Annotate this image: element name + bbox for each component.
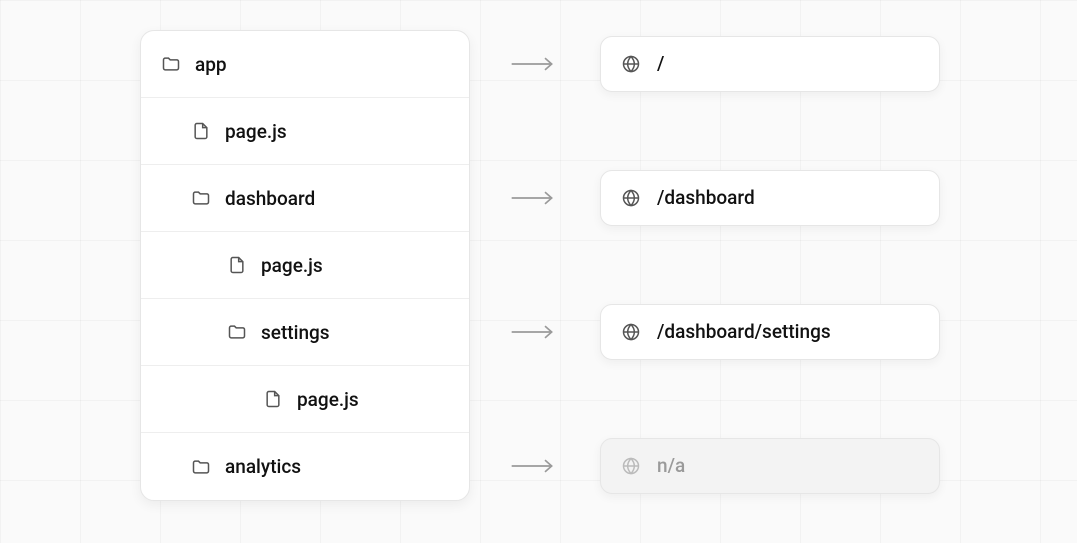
tree-row-app: app [141,31,469,98]
arrow-icon [510,186,560,210]
tree-row-label: page.js [225,120,287,143]
tree-row-analytics: analytics [141,433,469,500]
tree-row-label: page.js [261,254,323,277]
tree-row-dashboard: dashboard [141,165,469,232]
tree-row-label: page.js [297,388,359,411]
arrow-icon [510,454,560,478]
tree-row-settings: settings [141,299,469,366]
tree-row-label: dashboard [225,187,315,210]
url-label: / [657,52,664,75]
url-label: /dashboard [657,186,755,209]
url-label: n/a [657,454,685,477]
tree-row-label: app [195,53,227,76]
globe-icon [621,456,641,476]
url-pill: /dashboard [600,170,940,226]
folder-icon [227,322,247,342]
file-tree: app page.js dashboard page.js settings [140,30,470,501]
tree-row-label: analytics [225,455,301,478]
tree-row-page: page.js [141,232,469,299]
folder-icon [191,457,211,477]
arrow-icon [510,320,560,344]
arrow-icon [510,52,560,76]
tree-row-page: page.js [141,98,469,165]
url-pill: /dashboard/settings [600,304,940,360]
file-icon [227,255,247,275]
url-pill: n/a [600,438,940,494]
tree-row-page: page.js [141,366,469,433]
folder-icon [191,188,211,208]
url-pill: / [600,36,940,92]
globe-icon [621,54,641,74]
url-label: /dashboard/settings [657,320,831,343]
folder-icon [161,54,181,74]
tree-row-label: settings [261,321,330,344]
globe-icon [621,188,641,208]
globe-icon [621,322,641,342]
file-icon [263,389,283,409]
file-icon [191,121,211,141]
